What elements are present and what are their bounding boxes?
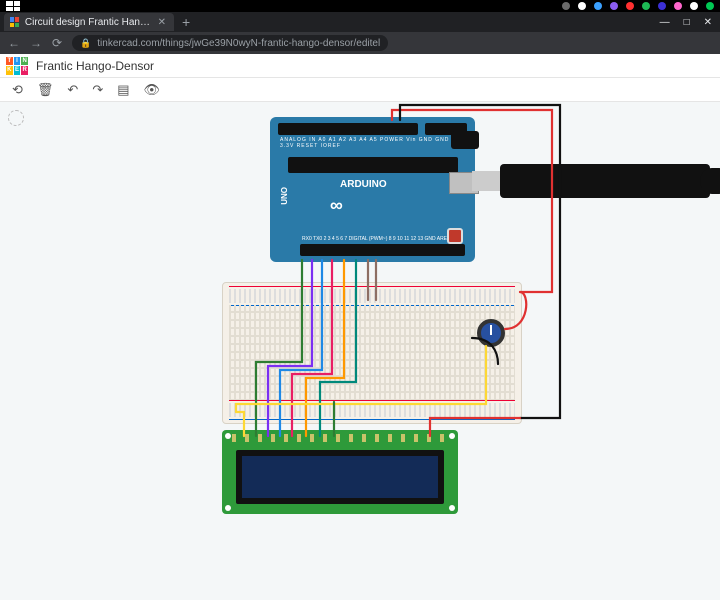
- tray-app-icon[interactable]: [594, 2, 602, 10]
- window-controls: — □ ✕: [660, 17, 720, 28]
- arduino-logo-icon: ∞: [330, 195, 343, 216]
- browser-tab-strip: Circuit design Frantic Hango-De ✕ + — □ …: [0, 12, 720, 32]
- tray-app-icon[interactable]: [658, 2, 666, 10]
- zoom-to-fit-icon[interactable]: [8, 110, 24, 126]
- new-tab-button[interactable]: +: [178, 15, 194, 29]
- tray-app-icon[interactable]: [610, 2, 618, 10]
- tinkercad-favicon-icon: [10, 17, 19, 27]
- tray-app-icon[interactable]: [674, 2, 682, 10]
- arduino-header-digital[interactable]: [300, 244, 465, 256]
- tab-title: Circuit design Frantic Hango-De: [25, 17, 152, 28]
- os-taskbar: [0, 0, 720, 12]
- tray-app-icon[interactable]: [562, 2, 570, 10]
- circuit-canvas[interactable]: ANALOG IN A0 A1 A2 A3 A4 A5 POWER Vin GN…: [0, 102, 720, 600]
- breadboard-rail-top[interactable]: [229, 289, 515, 303]
- address-bar[interactable]: 🔒 tinkercad.com/things/jwGe39N0wyN-frant…: [72, 35, 388, 51]
- arduino-pin-labels-top: ANALOG IN A0 A1 A2 A3 A4 A5 POWER Vin GN…: [280, 137, 475, 149]
- url-text: tinkercad.com/things/jwGe39N0wyN-frantic…: [97, 38, 380, 49]
- window-maximize-icon[interactable]: □: [684, 17, 690, 28]
- component-potentiometer[interactable]: [477, 319, 505, 347]
- window-minimize-icon[interactable]: —: [660, 17, 670, 28]
- delete-button[interactable]: 🗑: [37, 82, 54, 98]
- tab-close-icon[interactable]: ✕: [158, 17, 166, 28]
- undo-button[interactable]: ↶: [67, 82, 78, 98]
- tray-app-icon[interactable]: [690, 2, 698, 10]
- component-breadboard[interactable]: [222, 282, 522, 424]
- lcd-pin-header[interactable]: [232, 434, 448, 442]
- breadboard-terminal-strips[interactable]: [229, 305, 515, 401]
- arduino-model-label: UNO: [280, 187, 289, 205]
- tray-app-icon[interactable]: [642, 2, 650, 10]
- nav-back-icon[interactable]: ←: [8, 36, 20, 50]
- breadboard-rail-bottom[interactable]: [229, 403, 515, 417]
- arduino-brand-label: ARDUINO: [340, 179, 387, 190]
- app-header: TINKER Frantic Hango-Densor: [0, 54, 720, 78]
- redo-button[interactable]: ↷: [92, 82, 103, 98]
- component-lcd-16x2[interactable]: [222, 430, 458, 514]
- component-usb-cable[interactable]: [500, 164, 710, 198]
- arduino-mcu-icon: [288, 157, 458, 173]
- system-tray: [562, 2, 714, 10]
- lock-icon: 🔒: [80, 38, 91, 49]
- tinkercad-logo-icon[interactable]: TINKER: [6, 57, 28, 75]
- tray-app-icon[interactable]: [626, 2, 634, 10]
- rotate-button[interactable]: ⟲: [12, 82, 23, 98]
- arduino-pin-labels-bottom: RX0 TX0 2 3 4 5 6 7 DIGITAL (PWM~) 8 9 1…: [302, 236, 450, 242]
- annotations-button[interactable]: ▤: [117, 82, 129, 98]
- browser-tab-active[interactable]: Circuit design Frantic Hango-De ✕: [4, 13, 174, 31]
- nav-forward-icon[interactable]: →: [30, 36, 42, 50]
- start-button-icon[interactable]: [6, 1, 20, 11]
- tray-app-icon[interactable]: [706, 2, 714, 10]
- arduino-header-analog[interactable]: [278, 123, 418, 135]
- arduino-reset-button[interactable]: [447, 228, 463, 244]
- project-title[interactable]: Frantic Hango-Densor: [36, 59, 154, 73]
- tray-app-icon[interactable]: [578, 2, 586, 10]
- arduino-barrel-jack-icon: [451, 131, 479, 149]
- browser-nav-bar: ← → ⟳ 🔒 tinkercad.com/things/jwGe39N0wyN…: [0, 32, 720, 54]
- editor-toolbar: ⟲ 🗑 ↶ ↷ ▤ 👁: [0, 78, 720, 102]
- nav-reload-icon[interactable]: ⟳: [52, 36, 62, 50]
- visibility-button[interactable]: 👁: [144, 82, 161, 98]
- window-close-icon[interactable]: ✕: [704, 17, 712, 28]
- component-arduino-uno[interactable]: ANALOG IN A0 A1 A2 A3 A4 A5 POWER Vin GN…: [270, 117, 475, 262]
- lcd-screen: [236, 450, 444, 504]
